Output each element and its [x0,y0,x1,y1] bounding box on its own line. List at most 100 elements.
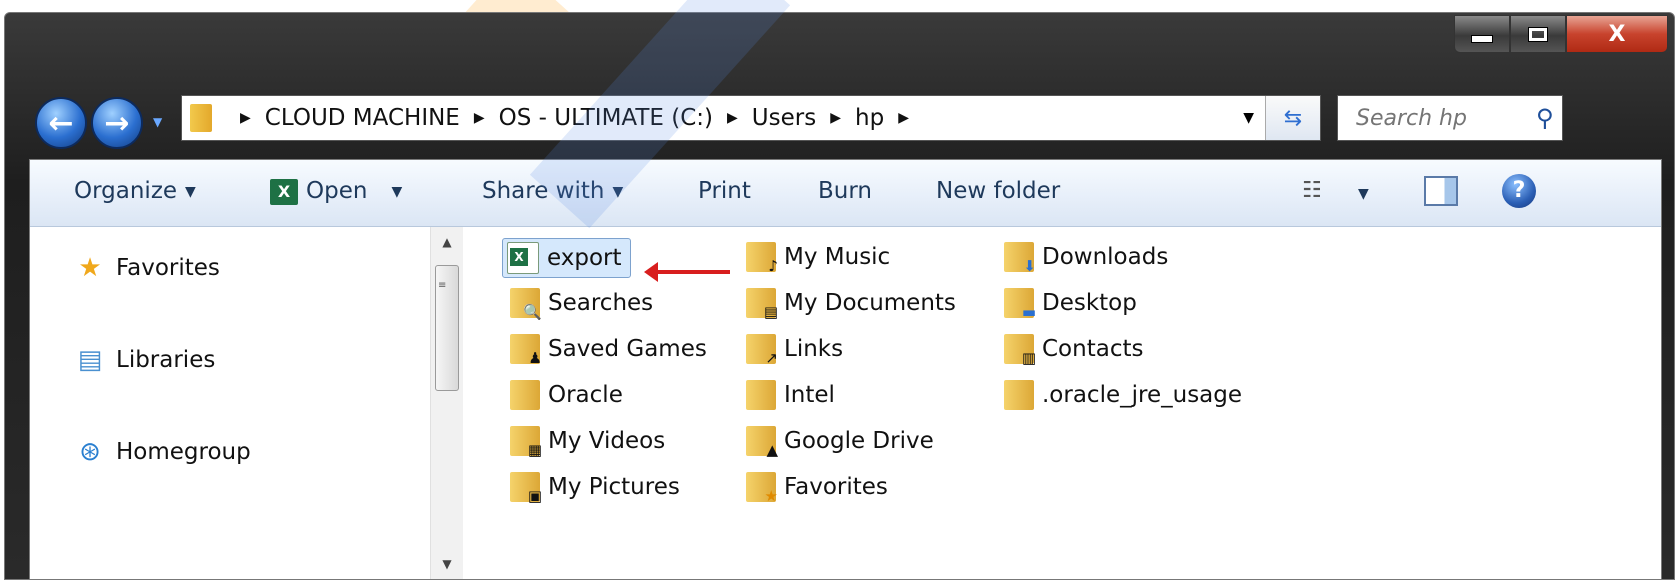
address-bar[interactable]: ▶ CLOUD MACHINE ▶ OS - ULTIMATE (C:) ▶ U… [181,95,1321,141]
search-folder-icon: 🔍 [510,288,542,320]
burn-button[interactable]: Burn [818,178,872,204]
folder-item-desktop[interactable]: ▬ Desktop [1004,284,1137,322]
command-bar: Organize ▼ X Open ▼ Share with ▼ Print Burn … [30,160,1661,227]
star-icon: ★ [78,253,102,283]
chevron-right-icon[interactable]: ▶ [727,110,738,126]
preview-pane-icon[interactable] [1424,176,1458,206]
file-label: Google Drive [784,428,934,454]
folder-icon [1004,380,1034,410]
favorites-folder-icon: ★ [746,472,778,504]
folder-icon [510,380,540,410]
close-button[interactable]: X [1566,15,1668,53]
search-icon[interactable]: ⚲ [1536,104,1554,132]
nav-item-libraries[interactable]: ▤ Libraries [74,345,216,375]
folder-icon [190,104,212,132]
refresh-button[interactable]: ⇆ [1265,96,1320,140]
scroll-down-arrow[interactable]: ▼ [431,557,463,571]
folder-item-favorites[interactable]: ★ Favorites [746,468,888,506]
libraries-icon: ▤ [77,345,103,375]
video-folder-icon: ▦ [510,426,542,458]
print-button[interactable]: Print [698,178,751,204]
navigation-row: ← → ▼ ▶ CLOUD MACHINE ▶ OS - ULTIMATE (C… [5,91,1674,149]
file-label: Intel [784,382,835,408]
scroll-grip-icon: ≡ [438,280,447,291]
scroll-up-arrow[interactable]: ▲ [431,235,463,249]
folder-item-google-drive[interactable]: ▲ Google Drive [746,422,934,460]
explorer-window: X ← → ▼ ▶ CLOUD MACHINE ▶ OS - ULTIMATE … [4,12,1675,580]
nav-item-homegroup[interactable]: ⊛ Homegroup [74,437,251,467]
change-view-icon[interactable]: ☷ [1302,178,1322,203]
music-folder-icon: ♪ [746,242,778,274]
pictures-folder-icon: ▣ [510,472,542,504]
nav-pane-scrollbar[interactable]: ▲ ≡ ▼ [430,227,463,579]
folder-item-saved-games[interactable]: ♟ Saved Games [510,330,707,368]
search-input[interactable] [1354,104,1528,132]
help-icon[interactable]: ? [1502,174,1536,208]
nav-item-favorites[interactable]: ★ Favorites [74,253,220,283]
file-label: .oracle_jre_usage [1042,382,1243,408]
organize-button[interactable]: Organize ▼ [74,178,196,204]
nav-item-label: Libraries [116,347,216,373]
downloads-folder-icon: ⬇ [1004,242,1036,274]
recent-pages-dropdown[interactable]: ▼ [153,115,162,129]
contacts-folder-icon: ▥ [1004,334,1036,366]
file-label: Downloads [1042,244,1169,270]
google-drive-folder-icon: ▲ [746,426,778,458]
file-label: export [547,245,622,271]
address-history-dropdown[interactable]: ▼ [1243,110,1254,126]
folder-item-links[interactable]: ↗ Links [746,330,843,368]
file-label: Searches [548,290,654,316]
chevron-right-icon[interactable]: ▶ [898,110,909,126]
folder-item-contacts[interactable]: ▥ Contacts [1004,330,1143,368]
file-label: Desktop [1042,290,1137,316]
homegroup-icon: ⊛ [79,437,101,467]
file-label: Oracle [548,382,623,408]
open-label: Open [306,178,368,204]
folder-item-my-videos[interactable]: ▦ My Videos [510,422,665,460]
folder-item-my-documents[interactable]: ▤ My Documents [746,284,956,322]
desktop-folder-icon: ▬ [1004,288,1036,320]
organize-label: Organize [74,178,178,204]
folder-item-intel[interactable]: Intel [746,376,835,414]
chevron-right-icon[interactable]: ▶ [474,110,485,126]
chevron-right-icon[interactable]: ▶ [830,110,841,126]
forward-button[interactable]: → [91,97,143,149]
documents-folder-icon: ▤ [746,288,778,320]
folder-icon [746,380,776,410]
saved-games-folder-icon: ♟ [510,334,542,366]
file-label: My Documents [784,290,956,316]
excel-file-icon: X [507,242,539,274]
maximize-button[interactable] [1510,15,1566,53]
chevron-right-icon[interactable]: ▶ [240,110,251,126]
folder-item-oracle-jre-usage[interactable]: .oracle_jre_usage [1004,376,1242,414]
folder-item-oracle[interactable]: Oracle [510,376,623,414]
view-options-dropdown[interactable]: ▼ [1358,186,1369,202]
nav-item-label: Homegroup [116,439,251,465]
breadcrumb-users[interactable]: Users [752,105,816,131]
breadcrumb-hp[interactable]: hp [855,105,884,131]
file-label: Links [784,336,844,362]
folder-item-my-music[interactable]: ♪ My Music [746,238,890,276]
minimize-button[interactable] [1454,15,1510,53]
chevron-down-icon: ▼ [391,183,403,200]
file-item-export[interactable]: X export [502,238,631,278]
folder-item-my-pictures[interactable]: ▣ My Pictures [510,468,680,506]
nav-item-label: Favorites [116,255,220,281]
back-button[interactable]: ← [35,97,87,149]
excel-icon: X [270,178,298,205]
file-label: My Videos [548,428,666,454]
client-area: Organize ▼ X Open ▼ Share with ▼ Print Burn … [29,159,1662,579]
new-folder-button[interactable]: New folder [936,178,1060,204]
links-folder-icon: ↗ [746,334,778,366]
annotation-arrow [644,262,730,282]
caption-buttons: X [1454,15,1668,53]
chevron-down-icon: ▼ [185,183,196,200]
file-label: Favorites [784,474,888,500]
folder-item-searches[interactable]: 🔍 Searches [510,284,653,322]
search-box: ⚲ [1337,95,1563,141]
file-label: Saved Games [548,336,707,362]
breadcrumb-cloud-machine[interactable]: CLOUD MACHINE [265,105,460,131]
open-button[interactable]: X Open ▼ [270,178,402,205]
navigation-pane: ★ Favorites ▤ Libraries ⊛ Homegroup [30,227,430,579]
folder-item-downloads[interactable]: ⬇ Downloads [1004,238,1168,276]
